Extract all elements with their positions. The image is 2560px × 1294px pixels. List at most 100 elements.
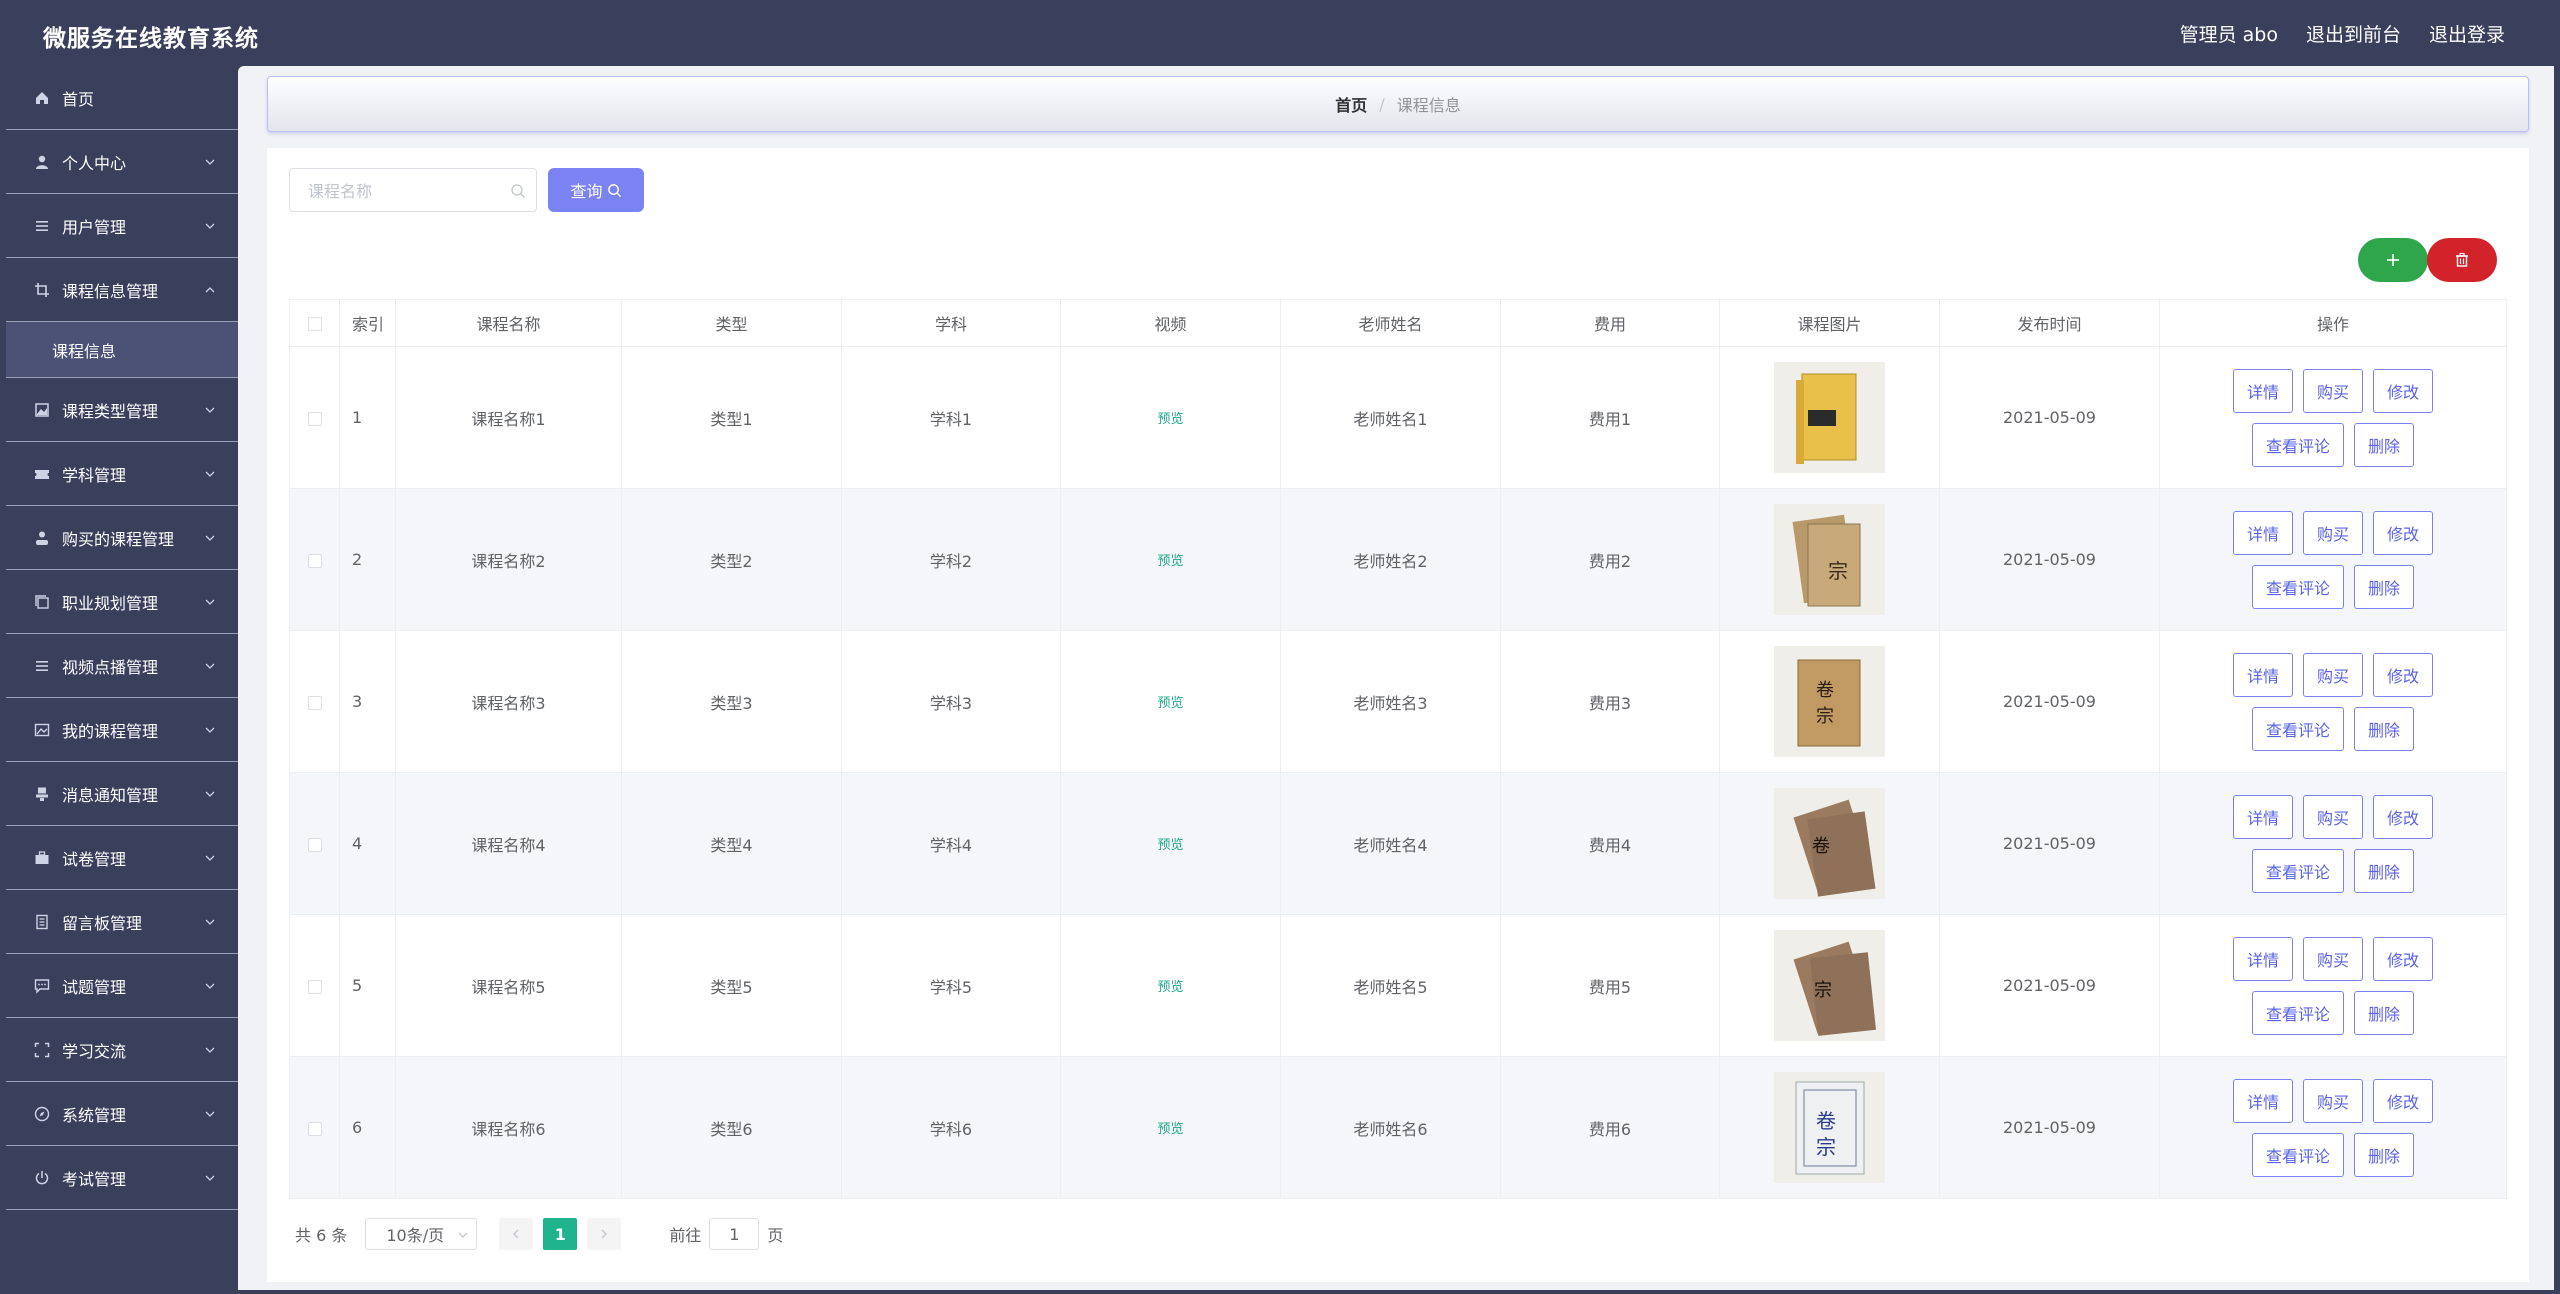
cell-teacher: 老师姓名6	[1280, 1056, 1501, 1199]
view-comments-button[interactable]: 查看评论	[2251, 1132, 2344, 1177]
cell-course-name: 课程名称4	[395, 772, 622, 915]
trash-icon	[2456, 252, 2468, 267]
list-icon	[32, 216, 52, 236]
delete-button[interactable]: 删除	[2354, 422, 2415, 467]
next-page-button[interactable]	[587, 1218, 622, 1250]
sidebar-item-16[interactable]: 系统管理	[6, 1082, 238, 1146]
cell-course-image: 卷	[1719, 772, 1940, 915]
video-preview-link[interactable]: 预览	[1157, 1122, 1183, 1137]
header-actions: 操作	[2159, 299, 2507, 347]
breadcrumb-current: 课程信息	[1396, 96, 1461, 115]
sidebar-item-11[interactable]: 消息通知管理	[6, 762, 238, 826]
sidebar-item-10[interactable]: 我的课程管理	[6, 698, 238, 762]
video-preview-link[interactable]: 预览	[1157, 554, 1183, 569]
detail-button[interactable]: 详情	[2232, 1078, 2293, 1123]
cell-fee: 费用4	[1500, 772, 1720, 915]
goto-page-input[interactable]: 1	[709, 1218, 760, 1250]
buy-button[interactable]: 购买	[2302, 936, 2363, 981]
sidebar-item-4[interactable]: 课程信息管理	[6, 258, 238, 322]
sidebar-item-2[interactable]: 个人中心	[6, 130, 238, 194]
sidebar-item-5[interactable]: 课程类型管理	[6, 378, 238, 442]
sidebar-item-15[interactable]: 学习交流	[6, 1018, 238, 1082]
video-preview-link[interactable]: 预览	[1157, 412, 1183, 427]
delete-button[interactable]: 删除	[2354, 848, 2415, 893]
breadcrumb-home[interactable]: 首页	[1335, 92, 1367, 116]
edit-button[interactable]: 修改	[2373, 510, 2434, 555]
view-comments-button[interactable]: 查看评论	[2251, 990, 2344, 1035]
sidebar-item-1[interactable]: 首页	[6, 66, 238, 130]
app-title: 微服务在线教育系统	[43, 26, 259, 52]
buy-button[interactable]: 购买	[2302, 1078, 2363, 1123]
detail-button[interactable]: 详情	[2232, 368, 2293, 413]
sidebar-subitem-course-info[interactable]: 课程信息	[6, 322, 238, 378]
fullscreen-icon	[32, 1040, 52, 1060]
sidebar-item-14[interactable]: 试题管理	[6, 954, 238, 1018]
cell-teacher: 老师姓名2	[1280, 488, 1501, 631]
row-checkbox[interactable]	[307, 979, 322, 994]
sidebar-item-7[interactable]: 购买的课程管理	[6, 506, 238, 570]
view-comments-button[interactable]: 查看评论	[2251, 848, 2344, 893]
delete-button[interactable]: 删除	[2354, 990, 2415, 1035]
prev-page-button[interactable]	[499, 1218, 534, 1250]
row-checkbox[interactable]	[307, 553, 322, 568]
sidebar-item-3[interactable]: 用户管理	[6, 194, 238, 258]
cell-subject: 学科4	[841, 772, 1061, 915]
buy-button[interactable]: 购买	[2302, 794, 2363, 839]
cell-course-name: 课程名称1	[395, 346, 622, 489]
page-size-value: 10条/页	[386, 1226, 445, 1245]
edit-button[interactable]: 修改	[2373, 794, 2434, 839]
sidebar-item-13[interactable]: 留言板管理	[6, 890, 238, 954]
sidebar-item-6[interactable]: 学科管理	[6, 442, 238, 506]
exit-to-frontend-link[interactable]: 退出到前台	[2306, 20, 2401, 47]
picture-icon	[32, 720, 52, 740]
video-preview-link[interactable]: 预览	[1157, 980, 1183, 995]
cell-publish-date: 2021-05-09	[1939, 772, 2160, 915]
select-all-checkbox[interactable]	[307, 317, 322, 331]
detail-button[interactable]: 详情	[2232, 794, 2293, 839]
sidebar-item-label: 购买的课程管理	[62, 529, 175, 549]
cell-index: 1	[339, 346, 396, 489]
delete-button[interactable]: 删除	[2354, 564, 2415, 609]
view-comments-button[interactable]: 查看评论	[2251, 564, 2344, 609]
search-input[interactable]: 课程名称	[289, 168, 537, 212]
add-button[interactable]	[2358, 238, 2428, 282]
course-image	[1774, 362, 1885, 473]
sidebar-item-9[interactable]: 视频点播管理	[6, 634, 238, 698]
page-size-select[interactable]: 10条/页	[365, 1218, 478, 1250]
sidebar-item-12[interactable]: 试卷管理	[6, 826, 238, 890]
buy-button[interactable]: 购买	[2302, 652, 2363, 697]
detail-button[interactable]: 详情	[2232, 652, 2293, 697]
edit-button[interactable]: 修改	[2373, 936, 2434, 981]
edit-button[interactable]: 修改	[2373, 1078, 2434, 1123]
cell-course-image: 宗	[1719, 914, 1940, 1057]
edit-button[interactable]: 修改	[2373, 368, 2434, 413]
buy-button[interactable]: 购买	[2302, 510, 2363, 555]
video-preview-link[interactable]: 预览	[1157, 838, 1183, 853]
view-comments-button[interactable]: 查看评论	[2251, 422, 2344, 467]
detail-button[interactable]: 详情	[2232, 936, 2293, 981]
ticket-icon	[32, 464, 52, 484]
logout-link[interactable]: 退出登录	[2429, 20, 2505, 47]
delete-button[interactable]: 删除	[2354, 706, 2415, 751]
row-checkbox[interactable]	[307, 837, 322, 852]
row-checkbox[interactable]	[307, 695, 322, 710]
chevron-down-icon	[205, 1175, 215, 1181]
svg-text:宗: 宗	[1816, 1135, 1836, 1159]
batch-delete-button[interactable]	[2427, 238, 2497, 282]
delete-button[interactable]: 删除	[2354, 1132, 2415, 1177]
cell-type: 类型1	[621, 346, 842, 489]
edit-button[interactable]: 修改	[2373, 652, 2434, 697]
query-button[interactable]: 查询	[548, 168, 644, 212]
table-row: 5 课程名称5 类型5 学科5 预览 老师姓名5 费用5 宗 2021-05-09 详情 购买 修改查…	[289, 914, 2507, 1057]
view-comments-button[interactable]: 查看评论	[2251, 706, 2344, 751]
sidebar-item-label: 试卷管理	[62, 849, 127, 869]
video-preview-link[interactable]: 预览	[1157, 696, 1183, 711]
sidebar-item-17[interactable]: 考试管理	[6, 1146, 238, 1210]
row-checkbox[interactable]	[307, 1121, 322, 1136]
detail-button[interactable]: 详情	[2232, 510, 2293, 555]
sidebar-item-8[interactable]: 职业规划管理	[6, 570, 238, 634]
buy-button[interactable]: 购买	[2302, 368, 2363, 413]
row-checkbox[interactable]	[307, 411, 322, 426]
cell-course-name: 课程名称2	[395, 488, 622, 631]
page-number-current[interactable]: 1	[543, 1218, 578, 1250]
